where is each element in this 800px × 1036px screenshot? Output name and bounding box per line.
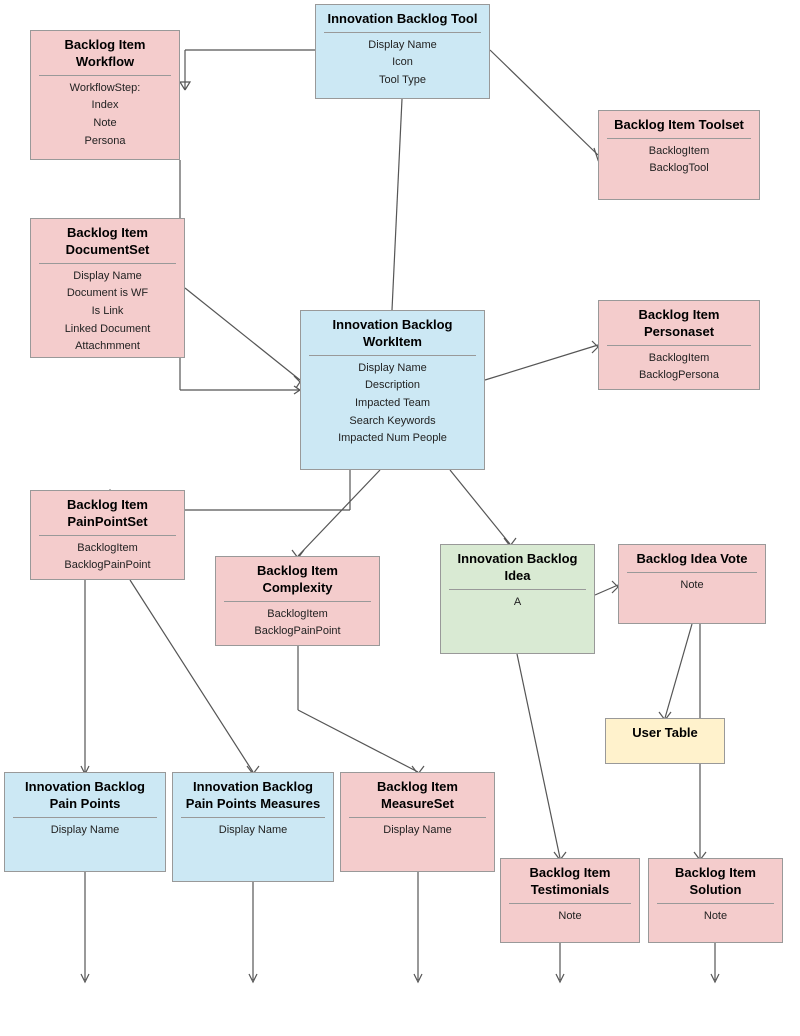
innovation-backlog-tool-title: Innovation Backlog Tool bbox=[324, 11, 481, 28]
backlog-item-painpointset-fields: BacklogItemBacklogPainPoint bbox=[39, 540, 176, 575]
backlog-item-solution-fields: Note bbox=[657, 908, 774, 926]
backlog-item-testimonials-box: Backlog Item Testimonials Note bbox=[500, 858, 640, 943]
innovation-backlog-idea-title: Innovation Backlog Idea bbox=[449, 551, 586, 585]
backlog-item-toolset-fields: BacklogItemBacklogTool bbox=[607, 143, 751, 178]
innovation-backlog-pain-points-measures-box: Innovation Backlog Pain Points Measures … bbox=[172, 772, 334, 882]
innovation-backlog-pain-points-measures-title: Innovation Backlog Pain Points Measures bbox=[181, 779, 325, 813]
backlog-idea-vote-title: Backlog Idea Vote bbox=[627, 551, 757, 568]
backlog-idea-vote-fields: Note bbox=[627, 577, 757, 595]
user-table-box: User Table bbox=[605, 718, 725, 764]
innovation-backlog-tool-box: Innovation Backlog Tool Display NameIcon… bbox=[315, 4, 490, 99]
backlog-item-workflow-title: Backlog Item Workflow bbox=[39, 37, 171, 71]
backlog-item-complexity-fields: BacklogItemBacklogPainPoint bbox=[224, 606, 371, 641]
backlog-item-documentset-title: Backlog Item DocumentSet bbox=[39, 225, 176, 259]
backlog-item-measureset-fields: Display Name bbox=[349, 822, 486, 840]
innovation-backlog-pain-points-fields: Display Name bbox=[13, 822, 157, 840]
backlog-item-painpointset-box: Backlog Item PainPointSet BacklogItemBac… bbox=[30, 490, 185, 580]
backlog-idea-vote-box: Backlog Idea Vote Note bbox=[618, 544, 766, 624]
innovation-backlog-pain-points-box: Innovation Backlog Pain Points Display N… bbox=[4, 772, 166, 872]
backlog-item-measureset-title: Backlog Item MeasureSet bbox=[349, 779, 486, 813]
backlog-item-solution-title: Backlog Item Solution bbox=[657, 865, 774, 899]
user-table-title: User Table bbox=[614, 725, 716, 742]
diagram: Innovation Backlog Tool Display NameIcon… bbox=[0, 0, 800, 1036]
innovation-backlog-workitem-box: Innovation Backlog WorkItem Display Name… bbox=[300, 310, 485, 470]
innovation-backlog-pain-points-title: Innovation Backlog Pain Points bbox=[13, 779, 157, 813]
backlog-item-documentset-box: Backlog Item DocumentSet Display NameDoc… bbox=[30, 218, 185, 358]
backlog-item-solution-box: Backlog Item Solution Note bbox=[648, 858, 783, 943]
innovation-backlog-workitem-fields: Display NameDescriptionImpacted TeamSear… bbox=[309, 360, 476, 448]
backlog-item-workflow-fields: WorkflowStep:IndexNotePersona bbox=[39, 80, 171, 150]
backlog-item-workflow-box: Backlog Item Workflow WorkflowStep:Index… bbox=[30, 30, 180, 160]
backlog-item-documentset-fields: Display NameDocument is WFIs LinkLinked … bbox=[39, 268, 176, 356]
backlog-item-measureset-box: Backlog Item MeasureSet Display Name bbox=[340, 772, 495, 872]
innovation-backlog-idea-fields: A bbox=[449, 594, 586, 612]
backlog-item-personaset-title: Backlog Item Personaset bbox=[607, 307, 751, 341]
backlog-item-complexity-box: Backlog Item Complexity BacklogItemBackl… bbox=[215, 556, 380, 646]
backlog-item-testimonials-title: Backlog Item Testimonials bbox=[509, 865, 631, 899]
innovation-backlog-idea-box: Innovation Backlog Idea A bbox=[440, 544, 595, 654]
backlog-item-painpointset-title: Backlog Item PainPointSet bbox=[39, 497, 176, 531]
innovation-backlog-tool-fields: Display NameIconTool Type bbox=[324, 37, 481, 90]
backlog-item-toolset-title: Backlog Item Toolset bbox=[607, 117, 751, 134]
backlog-item-toolset-box: Backlog Item Toolset BacklogItemBacklogT… bbox=[598, 110, 760, 200]
backlog-item-personaset-box: Backlog Item Personaset BacklogItemBackl… bbox=[598, 300, 760, 390]
backlog-item-complexity-title: Backlog Item Complexity bbox=[224, 563, 371, 597]
innovation-backlog-workitem-title: Innovation Backlog WorkItem bbox=[309, 317, 476, 351]
backlog-item-testimonials-fields: Note bbox=[509, 908, 631, 926]
backlog-item-personaset-fields: BacklogItemBacklogPersona bbox=[607, 350, 751, 385]
innovation-backlog-pain-points-measures-fields: Display Name bbox=[181, 822, 325, 840]
